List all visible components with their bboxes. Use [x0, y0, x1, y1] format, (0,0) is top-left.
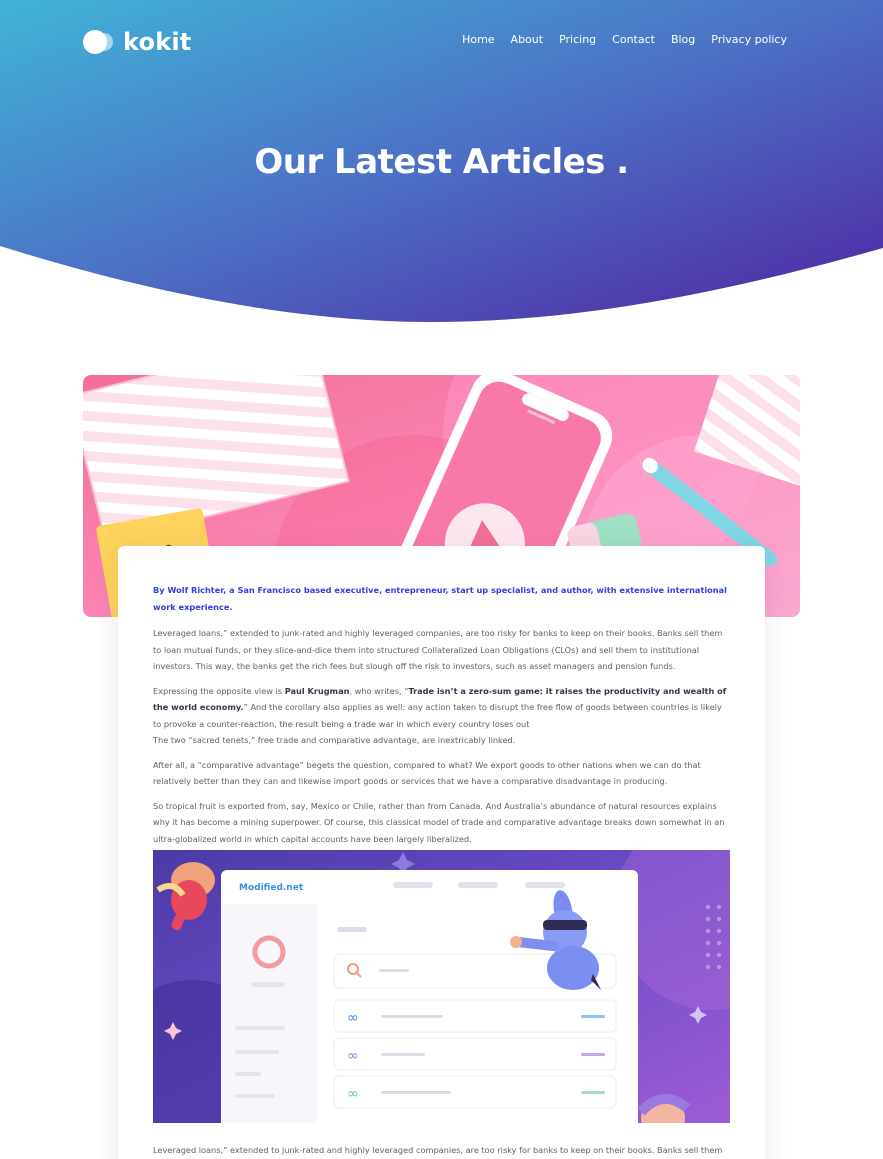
brand-name: kokit — [123, 28, 192, 56]
brand-logo[interactable]: kokit — [83, 28, 191, 56]
article-paragraph-1: Leveraged loans,” extended to junk-rated… — [153, 628, 723, 671]
link-icon: ∞ — [347, 1086, 359, 1102]
link-icon: ∞ — [347, 1010, 359, 1026]
nav-privacy-policy[interactable]: Privacy policy — [711, 33, 787, 46]
paragraph-2-mid: , who writes, “ — [349, 685, 409, 696]
article-illustration: Modified.net ∞ ∞ ∞ — [153, 850, 730, 1123]
nav-pricing[interactable]: Pricing — [559, 33, 596, 46]
nav-contact[interactable]: Contact — [612, 33, 655, 46]
article-paragraph-5: Leveraged loans,” extended to junk-rated… — [153, 1145, 723, 1155]
paragraph-2-prefix: Expressing the opposite view is — [153, 685, 285, 696]
article-card: By Wolf Richter, a San Francisco based e… — [118, 546, 765, 1159]
author-link[interactable]: Paul Krugman — [285, 686, 350, 696]
nav-home[interactable]: Home — [462, 33, 494, 46]
illustration-app-logo: Modified.net — [239, 883, 304, 893]
nav-about[interactable]: About — [511, 33, 544, 46]
article-body: By Wolf Richter, a San Francisco based e… — [153, 582, 731, 855]
article-paragraph-4: So tropical fruit is exported from, say,… — [153, 800, 725, 844]
nav-blog[interactable]: Blog — [671, 33, 695, 46]
link-icon: ∞ — [347, 1048, 359, 1064]
article-paragraph-3: After all, a “comparative advantage” beg… — [153, 759, 701, 787]
article-paragraph-2: Expressing the opposite view is Paul Kru… — [153, 683, 731, 749]
logo-icon — [83, 30, 115, 54]
article-byline: By Wolf Richter, a San Francisco based e… — [153, 585, 727, 612]
main-nav: Home About Pricing Contact Blog Privacy … — [462, 33, 787, 46]
paragraph-2-line-2: The two “sacred tenets,” free trade and … — [153, 735, 516, 745]
hero-section: kokit Home About Pricing Contact Blog Pr… — [0, 0, 883, 330]
page-title: Our Latest Articles . — [254, 142, 629, 182]
